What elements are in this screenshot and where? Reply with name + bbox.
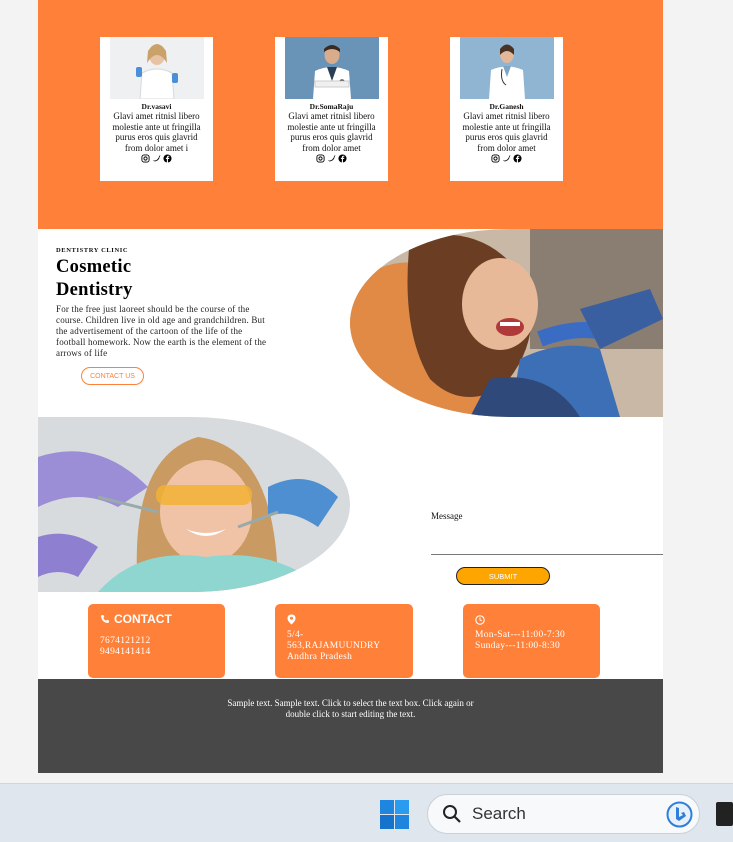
hours-line: Mon-Sat---11:00-7:30 [475, 630, 566, 640]
doctor-description: Glavi amet ritnisl libero molestie ante … [112, 111, 201, 153]
doctor-photo [109, 37, 204, 99]
location-pin-icon [287, 614, 296, 625]
facebook-icon[interactable] [163, 154, 172, 163]
doctor-name: Dr.Ganesh [489, 102, 524, 111]
phone-number: 7674121212 [100, 636, 151, 646]
team-section: Dr.vasavi Glavi amet ritnisl libero mole… [38, 0, 663, 229]
doctor-photo [459, 37, 554, 99]
social-links [100, 154, 213, 163]
contact-title: CONTACT [100, 612, 213, 626]
doctor-description: Glavi amet ritnisl libero molestie ante … [462, 111, 551, 153]
instagram-icon[interactable] [316, 154, 325, 163]
doctor-card: Dr.SomaRaju Glavi amet ritnisl libero mo… [275, 37, 388, 181]
address-line: 563,RAJAMUUNDRY [287, 641, 381, 651]
kid-photo [38, 417, 350, 592]
contact-info-box: CONTACT 7674121212 9494141414 [88, 604, 225, 678]
social-links [275, 154, 388, 163]
address-line: 5/4- [287, 630, 304, 640]
message-input[interactable] [431, 554, 663, 555]
address-line: Andhra Pradesh [287, 652, 353, 662]
windows-start-icon[interactable] [379, 799, 410, 830]
search-placeholder: Search [472, 804, 526, 823]
hero-photo [350, 229, 663, 417]
contact-us-button[interactable]: CONTACT US [81, 367, 144, 385]
hero-title: Cosmetic Dentistry [56, 256, 271, 302]
clock-icon [475, 615, 485, 625]
facebook-icon[interactable] [338, 154, 347, 163]
doctor-name: Dr.vasavi [141, 102, 172, 111]
social-links [450, 154, 563, 163]
hero-title-line: Dentistry [56, 280, 133, 300]
instagram-icon[interactable] [491, 154, 500, 163]
patient-photo [350, 229, 663, 417]
taskbar-search[interactable]: Search [427, 794, 700, 834]
hero-text: DENTISTRY CLINIC Cosmetic Dentistry For … [56, 247, 271, 359]
doctor-name: Dr.SomaRaju [309, 102, 354, 111]
phone-number: 9494141414 [100, 647, 151, 657]
taskbar: Search [0, 783, 733, 842]
search-icon [443, 805, 461, 823]
window-background [663, 0, 733, 783]
hero-kicker: DENTISTRY CLINIC [56, 247, 129, 254]
child-patient-photo [38, 417, 350, 592]
doctor-card: Dr.vasavi Glavi amet ritnisl libero mole… [100, 37, 213, 181]
submit-button[interactable]: SUBMIT [456, 567, 550, 585]
twitter-icon[interactable] [327, 154, 336, 163]
instagram-icon[interactable] [141, 154, 150, 163]
doctor-photo [284, 37, 379, 99]
taskbar-app-icon[interactable] [716, 802, 733, 826]
doctor-card: Dr.Ganesh Glavi amet ritnisl libero mole… [450, 37, 563, 181]
doctor-description: Glavi amet ritnisl libero molestie ante … [287, 111, 376, 153]
footer-text[interactable]: Sample text. Sample text. Click to selec… [38, 698, 663, 720]
bing-chat-icon[interactable] [666, 801, 693, 828]
hero-title-line: Cosmetic [56, 257, 132, 277]
address-info-box: 5/4- 563,RAJAMUUNDRY Andhra Pradesh [275, 604, 413, 678]
footer: Sample text. Sample text. Click to selec… [38, 679, 663, 773]
hours-info-box: Mon-Sat---11:00-7:30 Sunday---11:00-8:30 [463, 604, 600, 678]
contact-title-text: CONTACT [114, 612, 172, 626]
message-label: Message [431, 511, 463, 521]
hours-line: Sunday---11:00-8:30 [475, 641, 561, 651]
hero-body: For the free just laoreet should be the … [56, 304, 267, 358]
phone-icon [101, 615, 109, 623]
twitter-icon[interactable] [152, 154, 161, 163]
facebook-icon[interactable] [513, 154, 522, 163]
twitter-icon[interactable] [502, 154, 511, 163]
web-page: Dr.vasavi Glavi amet ritnisl libero mole… [38, 0, 663, 773]
